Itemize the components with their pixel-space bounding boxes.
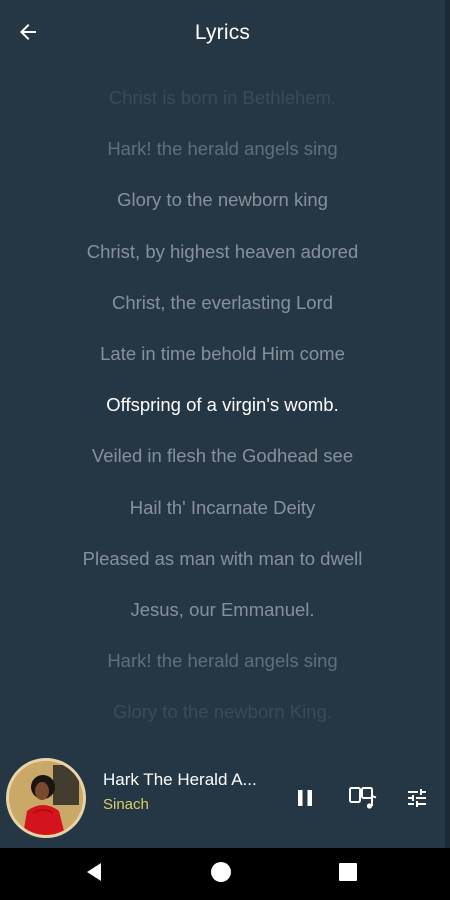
nav-back-button[interactable] bbox=[78, 858, 110, 890]
lyrics-screen: Lyrics Christ is born in Bethlehem. Hark… bbox=[0, 0, 450, 900]
lyric-line[interactable]: Christ, by highest heaven adored bbox=[0, 226, 445, 277]
pause-icon bbox=[293, 786, 317, 815]
lyric-line[interactable]: Christ, the everlasting Lord bbox=[0, 277, 445, 328]
lyric-line[interactable]: Hail th' Incarnate Deity bbox=[0, 482, 445, 533]
lyric-line[interactable]: Christ is born in Bethlehem. bbox=[0, 72, 445, 123]
equalizer-button[interactable] bbox=[399, 782, 435, 818]
pause-button[interactable] bbox=[287, 782, 323, 818]
song-title[interactable]: Hark The Herald A... bbox=[103, 770, 279, 790]
system-nav-bar bbox=[0, 848, 450, 900]
lyric-line[interactable]: Hark! the herald angels sing bbox=[0, 123, 445, 174]
lyric-line[interactable]: Hark! the herald angels sing bbox=[0, 635, 445, 686]
equalizer-icon bbox=[405, 786, 429, 815]
lyric-line[interactable]: Glory to the newborn king bbox=[0, 174, 445, 225]
recents-square-icon bbox=[338, 862, 358, 887]
lyric-line-current[interactable]: Offspring of a virgin's womb. bbox=[0, 379, 445, 430]
artist-name[interactable]: Sinach bbox=[103, 796, 149, 813]
nav-home-button[interactable] bbox=[205, 858, 237, 890]
nav-recents-button[interactable] bbox=[332, 858, 364, 890]
top-app-bar: Lyrics bbox=[0, 0, 445, 68]
album-art[interactable] bbox=[6, 758, 86, 838]
music-library-button[interactable] bbox=[345, 782, 381, 818]
mini-player[interactable]: Hark The Herald A... Sinach bbox=[0, 752, 445, 848]
home-circle-icon bbox=[210, 861, 232, 888]
lyrics-list[interactable]: Christ is born in Bethlehem. Hark! the h… bbox=[0, 72, 445, 736]
back-triangle-icon bbox=[84, 861, 104, 888]
music-library-icon bbox=[348, 785, 378, 816]
lyric-line[interactable]: Pleased as man with man to dwell bbox=[0, 533, 445, 584]
lyric-line[interactable]: Jesus, our Emmanuel. bbox=[0, 584, 445, 635]
lyric-line[interactable]: Veiled in flesh the Godhead see bbox=[0, 430, 445, 481]
edge-divider bbox=[445, 0, 450, 848]
lyric-line[interactable]: Late in time behold Him come bbox=[0, 328, 445, 379]
page-title: Lyrics bbox=[194, 21, 251, 44]
lyric-line[interactable]: Glory to the newborn King. bbox=[0, 686, 445, 737]
